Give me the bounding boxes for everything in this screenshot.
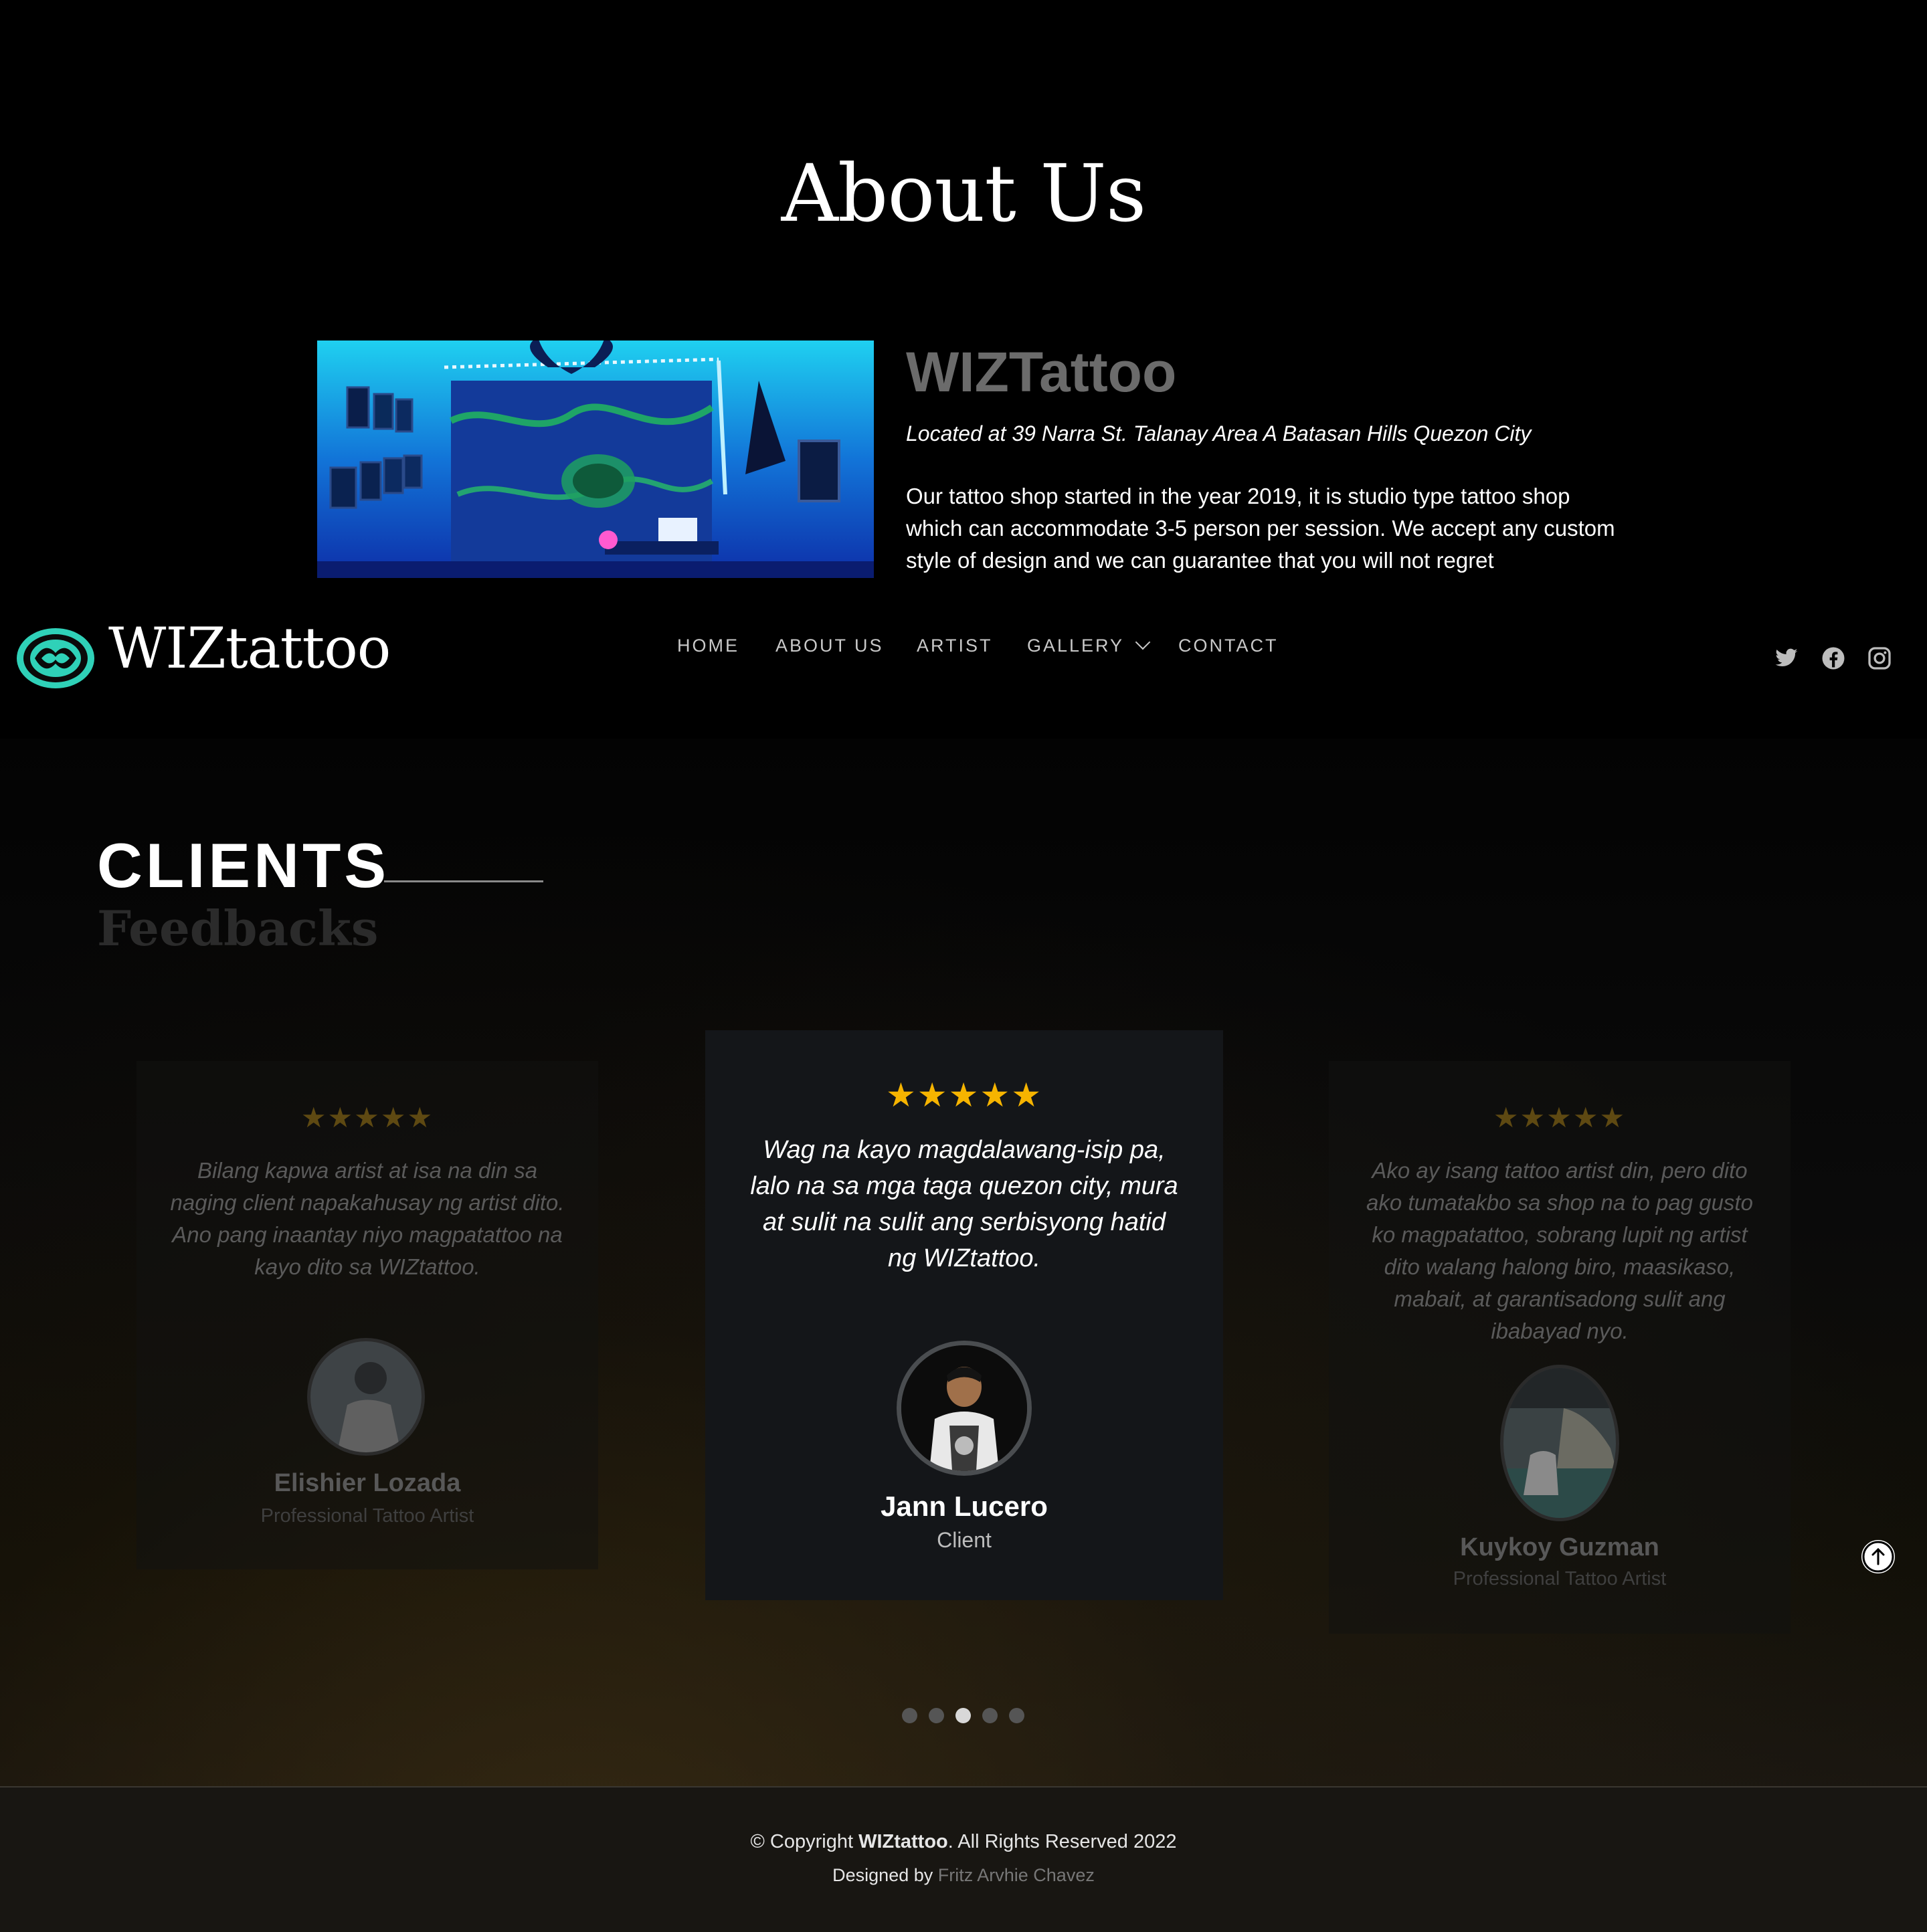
facebook-icon[interactable] xyxy=(1821,646,1845,670)
carousel-dot-4[interactable] xyxy=(982,1708,998,1723)
site-footer xyxy=(0,1786,1927,1932)
about-title: About Us xyxy=(781,147,1147,239)
copyright-suffix: . All Rights Reserved 2022 xyxy=(947,1831,1177,1852)
about-shop-name: WIZTattoo xyxy=(906,341,1177,403)
footer-credits: Designed by Fritz Arvhie Chavez xyxy=(0,1865,1927,1886)
arrow-up-icon xyxy=(1862,1541,1894,1573)
client-name: Jann Lucero xyxy=(881,1490,1048,1522)
studio-photo xyxy=(317,341,874,578)
rating-stars: ★★★★★ xyxy=(885,1076,1043,1114)
nav-gallery[interactable]: GALLERY xyxy=(1027,634,1151,656)
rating-stars: ★★★★★ xyxy=(300,1102,434,1133)
nav-artist[interactable]: ARTIST xyxy=(917,636,993,656)
studio-photo-illustration xyxy=(317,341,874,578)
logo-text[interactable]: WIZtattoo xyxy=(108,615,391,681)
nav-gallery-label: GALLERY xyxy=(1027,636,1124,656)
footer-brand: WIZtattoo xyxy=(858,1831,948,1852)
nav-contact[interactable]: CONTACT xyxy=(1178,636,1279,656)
footer-copyright: © Copyright WIZtattoo. All Rights Reserv… xyxy=(0,1831,1927,1853)
about-description: Our tattoo shop started in the year 2019… xyxy=(906,484,1615,573)
about-location: Located at 39 Narra St. Talanay Area A B… xyxy=(906,421,1532,446)
nav-about-us[interactable]: ABOUT US xyxy=(775,636,884,656)
testimonial-quote: Ako ay isang tattoo artist din, pero dit… xyxy=(1366,1158,1753,1343)
avatar xyxy=(307,1338,425,1456)
avatar xyxy=(1500,1365,1619,1521)
carousel-dot-3[interactable] xyxy=(955,1708,971,1723)
client-name: Elishier Lozada xyxy=(274,1469,461,1497)
logo-badge-icon[interactable] xyxy=(15,626,96,690)
client-role: Professional Tattoo Artist xyxy=(260,1505,474,1527)
client-name: Kuykoy Guzman xyxy=(1460,1533,1659,1561)
rating-stars: ★★★★★ xyxy=(1493,1102,1627,1133)
instagram-icon[interactable] xyxy=(1867,646,1892,670)
client-role: Client xyxy=(937,1528,992,1552)
carousel-dot-1[interactable] xyxy=(902,1708,917,1723)
designer-link[interactable]: Fritz Arvhie Chavez xyxy=(938,1865,1095,1885)
twitter-icon[interactable] xyxy=(1774,646,1799,670)
back-to-top-button[interactable] xyxy=(1861,1540,1895,1573)
testimonial-card: ★★★★★ Ako ay isang tattoo artist din, pe… xyxy=(1329,1061,1791,1634)
carousel-dot-2[interactable] xyxy=(929,1708,944,1723)
testimonial-card: ★★★★★ Bilang kapwa artist at isa na din … xyxy=(136,1061,598,1569)
copyright-prefix: © Copyright xyxy=(750,1831,859,1852)
testimonial-card-active: ★★★★★ Wag na kayo magdalawang-isip pa, l… xyxy=(705,1030,1223,1600)
designed-by-label: Designed by xyxy=(832,1865,938,1885)
avatar xyxy=(897,1341,1032,1476)
testimonial-quote: Bilang kapwa artist at isa na din sa nag… xyxy=(170,1158,565,1279)
carousel-dot-5[interactable] xyxy=(1009,1708,1024,1723)
nav-home[interactable]: HOME xyxy=(677,636,739,656)
heading-divider xyxy=(384,880,543,882)
client-role: Professional Tattoo Artist xyxy=(1453,1568,1667,1589)
chevron-down-icon xyxy=(1135,634,1151,650)
testimonial-quote: Wag na kayo magdalawang-isip pa, lalo na… xyxy=(750,1136,1178,1272)
clients-subheading: Feedbacks xyxy=(97,900,379,957)
clients-heading: CLIENTS xyxy=(97,830,390,900)
